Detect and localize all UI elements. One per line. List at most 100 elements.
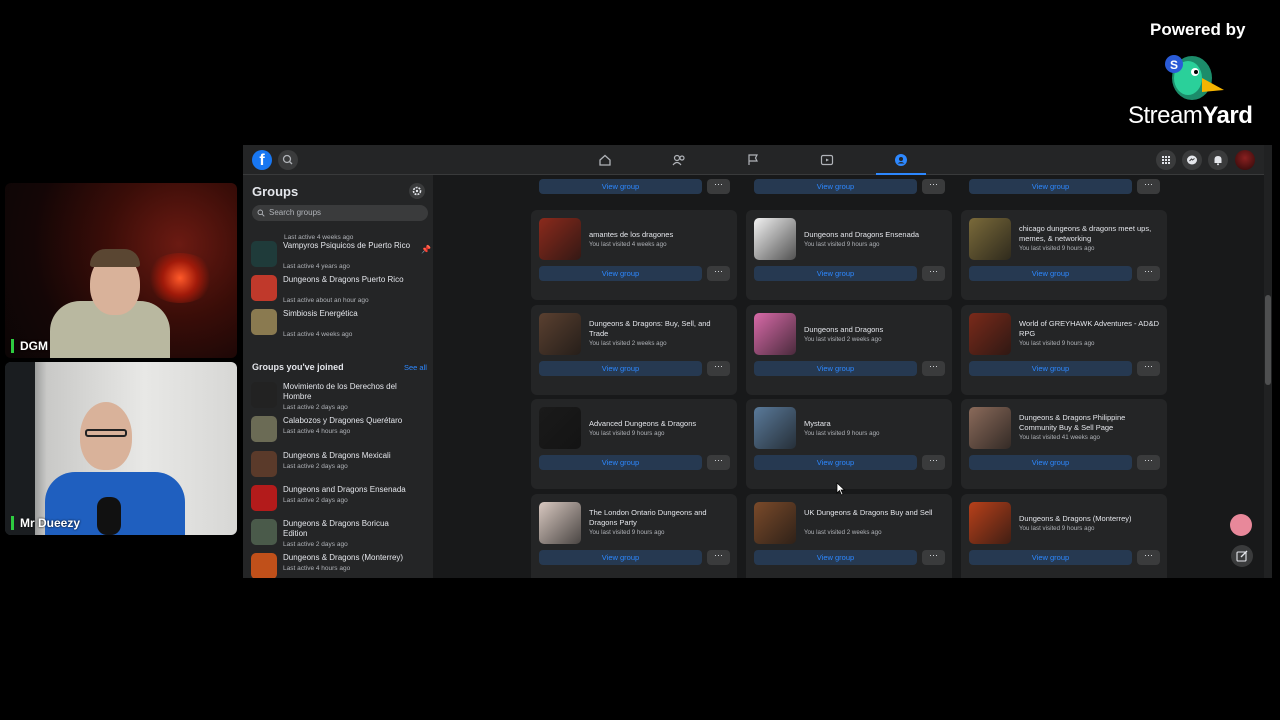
more-options-button[interactable]: ··· bbox=[1137, 361, 1160, 376]
group-name[interactable]: The London Ontario Dungeons and Dragons … bbox=[589, 508, 731, 528]
mouse-cursor-icon bbox=[836, 482, 846, 496]
view-group-button[interactable]: View group bbox=[969, 361, 1132, 376]
group-name[interactable]: UK Dungeons & Dragons Buy and Sell bbox=[804, 508, 946, 518]
page-scrollbar[interactable] bbox=[1264, 145, 1272, 578]
more-options-button[interactable]: ··· bbox=[1137, 266, 1160, 281]
group-name: Vampyros Psiquicos de Puerto Rico bbox=[283, 241, 411, 250]
view-group-button[interactable]: View group bbox=[969, 550, 1132, 565]
group-card: UK Dungeons & Dragons Buy and Sell You la… bbox=[746, 494, 952, 578]
view-group-button[interactable]: View group bbox=[754, 179, 917, 194]
group-name[interactable]: Dungeons and Dragons bbox=[804, 325, 946, 335]
group-cover-image[interactable] bbox=[539, 407, 581, 449]
group-name: Dungeons & Dragons Mexicali bbox=[283, 451, 391, 460]
scrollbar-thumb[interactable] bbox=[1265, 295, 1271, 385]
view-group-button[interactable]: View group bbox=[539, 361, 702, 376]
see-all-link[interactable]: See all bbox=[404, 363, 427, 372]
group-cover-image[interactable] bbox=[969, 218, 1011, 260]
group-name[interactable]: Dungeons & Dragons (Monterrey) bbox=[1019, 514, 1161, 524]
joined-group-item[interactable]: Calabozos y Dragones Querétaro Last activ… bbox=[251, 414, 431, 444]
more-options-button[interactable]: ··· bbox=[1137, 455, 1160, 470]
more-options-button[interactable]: ··· bbox=[1137, 179, 1160, 194]
group-name[interactable]: Mystara bbox=[804, 419, 946, 429]
view-group-button[interactable]: View group bbox=[754, 550, 917, 565]
group-name: Dungeons & Dragons (Monterrey) bbox=[283, 553, 404, 562]
settings-gear-icon[interactable] bbox=[409, 183, 425, 199]
group-name[interactable]: Dungeons & Dragons Philippine Community … bbox=[1019, 413, 1161, 433]
group-cover-image[interactable] bbox=[969, 502, 1011, 544]
view-group-button[interactable]: View group bbox=[539, 455, 702, 470]
joined-groups-heading: Groups you've joined bbox=[252, 362, 344, 372]
wordmark-yard: Yard bbox=[1202, 102, 1253, 129]
facebook-groups-window: f Groups Search groups Last active 4 wee… bbox=[243, 145, 1272, 578]
joined-group-item[interactable]: Dungeons & Dragons Boricua Edition Last a… bbox=[251, 517, 431, 548]
group-cover-image[interactable] bbox=[969, 313, 1011, 355]
more-options-button[interactable]: ··· bbox=[707, 550, 730, 565]
sidebar-group-item[interactable]: Vampyros Psiquicos de Puerto Rico Last ac… bbox=[251, 239, 431, 270]
group-cover-image[interactable] bbox=[539, 502, 581, 544]
sidebar-group-item[interactable]: Dungeons & Dragons Puerto Rico Last activ… bbox=[251, 273, 431, 304]
more-options-button[interactable]: ··· bbox=[922, 266, 945, 281]
group-cover-image[interactable] bbox=[754, 502, 796, 544]
more-options-button[interactable]: ··· bbox=[707, 266, 730, 281]
group-name[interactable]: Advanced Dungeons & Dragons bbox=[589, 419, 731, 429]
facebook-logo[interactable]: f bbox=[252, 150, 272, 170]
watch-icon[interactable] bbox=[817, 150, 837, 170]
pin-icon[interactable]: 📌 bbox=[421, 245, 431, 254]
notifications-bell-icon[interactable] bbox=[1208, 150, 1228, 170]
view-group-button[interactable]: View group bbox=[969, 179, 1132, 194]
group-last-visited: You last visited 41 weeks ago bbox=[1019, 434, 1100, 441]
group-cover-image[interactable] bbox=[539, 313, 581, 355]
camera-name-label: DGM bbox=[11, 339, 48, 353]
group-name[interactable]: World of GREYHAWK Adventures - AD&D RPG bbox=[1019, 319, 1161, 339]
group-last-active: Last active about an hour ago bbox=[283, 297, 369, 304]
messenger-icon[interactable] bbox=[1182, 150, 1202, 170]
joined-group-item[interactable]: Movimiento de los Derechos del Hombre Las… bbox=[251, 380, 431, 411]
view-group-button[interactable]: View group bbox=[539, 179, 702, 194]
group-cover-image[interactable] bbox=[754, 407, 796, 449]
person-hair bbox=[90, 249, 140, 267]
group-last-active: Last active 4 weeks ago bbox=[283, 331, 353, 338]
new-message-compose-icon[interactable] bbox=[1231, 545, 1253, 567]
more-options-button[interactable]: ··· bbox=[707, 179, 730, 194]
search-groups-input[interactable]: Search groups bbox=[252, 205, 428, 221]
more-options-button[interactable]: ··· bbox=[922, 550, 945, 565]
group-cover-image[interactable] bbox=[754, 218, 796, 260]
view-group-button[interactable]: View group bbox=[539, 266, 702, 281]
group-name[interactable]: Dungeons & Dragons: Buy, Sell, and Trade bbox=[589, 319, 731, 339]
account-avatar[interactable] bbox=[1235, 150, 1255, 170]
pages-flag-icon[interactable] bbox=[743, 150, 763, 170]
view-group-button[interactable]: View group bbox=[969, 455, 1132, 470]
menu-grid-icon[interactable] bbox=[1156, 150, 1176, 170]
group-cover-image[interactable] bbox=[969, 407, 1011, 449]
group-last-active: Last active 4 years ago bbox=[283, 263, 350, 270]
view-group-button[interactable]: View group bbox=[754, 361, 917, 376]
group-cover-image[interactable] bbox=[754, 313, 796, 355]
joined-group-item[interactable]: Dungeons & Dragons Mexicali Last active 2… bbox=[251, 449, 431, 479]
more-options-button[interactable]: ··· bbox=[922, 361, 945, 376]
friends-icon[interactable] bbox=[669, 150, 689, 170]
more-options-button[interactable]: ··· bbox=[1137, 550, 1160, 565]
group-name[interactable]: chicago dungeons & dragons meet ups, mem… bbox=[1019, 224, 1161, 244]
more-options-button[interactable]: ··· bbox=[922, 455, 945, 470]
search-icon[interactable] bbox=[278, 150, 298, 170]
more-options-button[interactable]: ··· bbox=[707, 455, 730, 470]
chat-head-avatar[interactable] bbox=[1230, 514, 1252, 536]
view-group-button[interactable]: View group bbox=[969, 266, 1132, 281]
group-last-active: Last active 2 days ago bbox=[283, 497, 348, 504]
home-icon[interactable] bbox=[595, 150, 615, 170]
groups-icon[interactable] bbox=[876, 150, 926, 175]
joined-group-item[interactable]: Dungeons and Dragons Ensenada Last active… bbox=[251, 483, 431, 513]
group-name[interactable]: Dungeons and Dragons Ensenada bbox=[804, 230, 946, 240]
facebook-top-bar: f bbox=[243, 145, 1272, 175]
group-name[interactable]: amantes de los dragones bbox=[589, 230, 731, 240]
view-group-button[interactable]: View group bbox=[539, 550, 702, 565]
more-options-button[interactable]: ··· bbox=[707, 361, 730, 376]
groups-card-grid: View group ··· View group ··· View group ··· a… bbox=[433, 175, 1264, 578]
view-group-button[interactable]: View group bbox=[754, 266, 917, 281]
more-options-button[interactable]: ··· bbox=[922, 179, 945, 194]
view-group-button[interactable]: View group bbox=[754, 455, 917, 470]
streamyard-wordmark: StreamYard bbox=[1128, 102, 1253, 130]
group-cover-image[interactable] bbox=[539, 218, 581, 260]
sidebar-group-item[interactable]: Simbiosis Energética Last active 4 weeks … bbox=[251, 307, 431, 338]
joined-group-item[interactable]: Dungeons & Dragons (Monterrey) Last activ… bbox=[251, 551, 431, 578]
